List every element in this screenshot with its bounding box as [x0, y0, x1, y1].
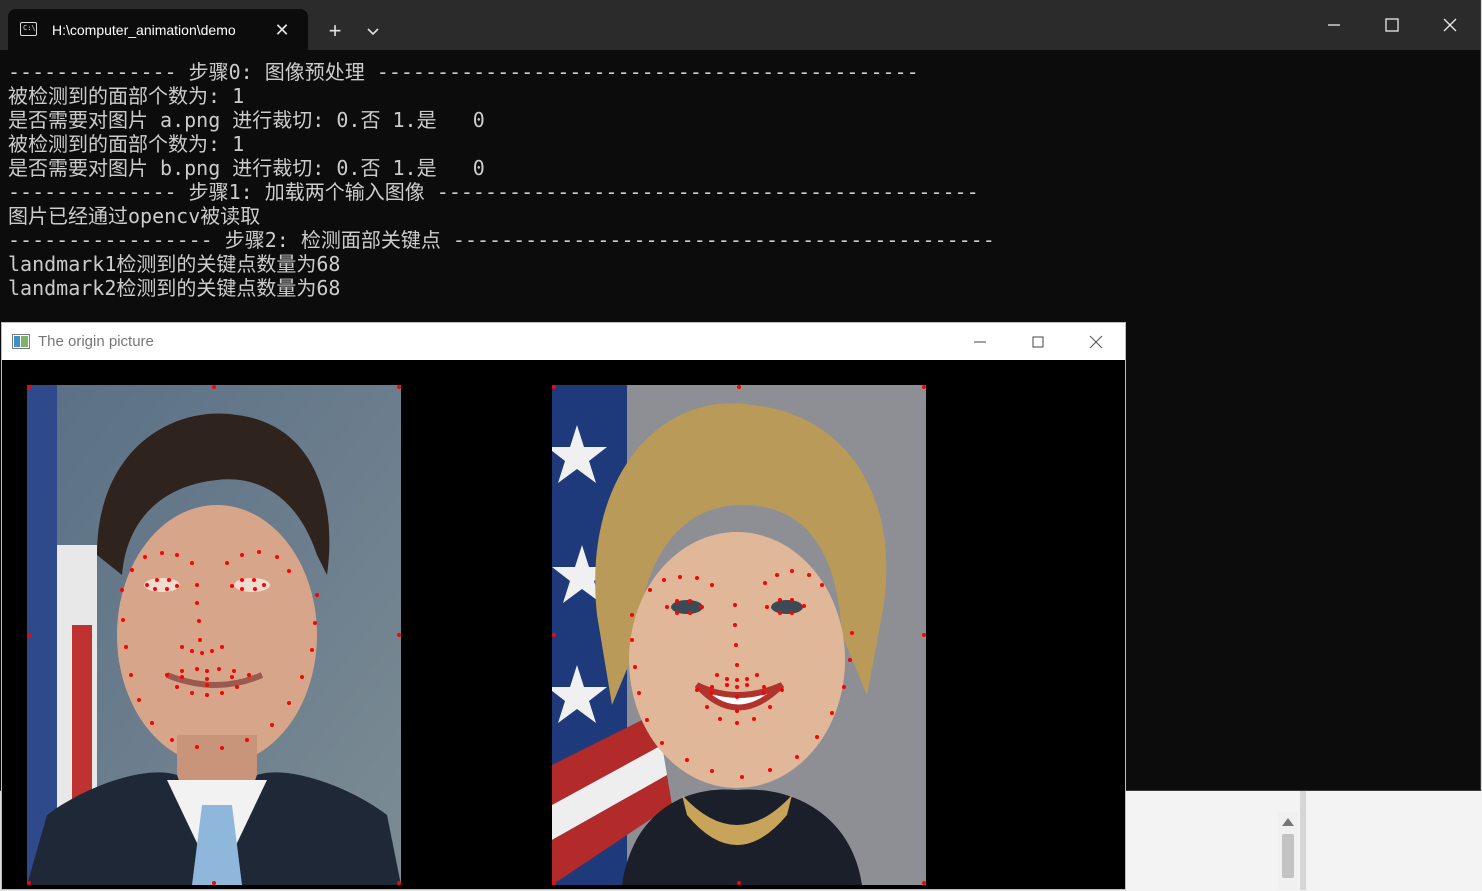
minimize-icon: [974, 341, 986, 343]
terminal-tab[interactable]: C:\ H:\computer_animation\demo ✕: [8, 9, 308, 50]
terminal-output[interactable]: -------------- 步骤0: 图像预处理 --------------…: [8, 60, 1468, 300]
terminal-line: -------------- 步骤1: 加载两个输入图像 -----------…: [8, 180, 979, 204]
terminal-line: 被检测到的面部个数为: 1: [8, 132, 245, 156]
close-icon: [1443, 18, 1457, 32]
close-button[interactable]: [1427, 8, 1473, 42]
image-window-title: The origin picture: [38, 333, 154, 350]
terminal-line: 图片已经通过opencv被读取: [8, 204, 261, 228]
image-window-minimize-button[interactable]: [957, 327, 1003, 357]
scroll-up-arrow-icon[interactable]: [1282, 818, 1294, 826]
tab-title: H:\computer_animation\demo: [52, 22, 236, 38]
maximize-icon: [1385, 18, 1399, 32]
terminal-icon: C:\: [20, 22, 37, 36]
close-icon: [1089, 335, 1103, 349]
app-icon: [12, 334, 30, 349]
terminal-line: -------------- 步骤0: 图像预处理 --------------…: [8, 60, 919, 84]
tab-close-icon[interactable]: ✕: [271, 19, 293, 41]
new-tab-button[interactable]: +: [320, 19, 350, 45]
chevron-down-icon: [367, 28, 379, 36]
portrait-image-b: [552, 385, 926, 885]
terminal-line: 是否需要对图片 b.png 进行裁切: 0.否 1.是 0: [8, 156, 485, 180]
terminal-line: 是否需要对图片 a.png 进行裁切: 0.否 1.是 0: [8, 108, 485, 132]
terminal-line: 被检测到的面部个数为: 1: [8, 84, 245, 108]
image-canvas[interactable]: [2, 360, 1125, 889]
terminal-titlebar: C:\ H:\computer_animation\demo ✕ +: [0, 0, 1480, 50]
image-window: The origin picture: [1, 322, 1126, 890]
maximize-button[interactable]: [1369, 8, 1415, 42]
portrait-image-a: [27, 385, 401, 885]
terminal-line: landmark1检测到的关键点数量为68: [8, 252, 341, 276]
minimize-button[interactable]: [1311, 8, 1357, 42]
image-window-maximize-button[interactable]: [1015, 327, 1061, 357]
minimize-icon: [1328, 24, 1340, 26]
maximize-icon: [1032, 336, 1044, 348]
background-splitter: [1300, 790, 1306, 890]
background-scrollbar-thumb[interactable]: [1282, 834, 1294, 878]
terminal-line: landmark2检测到的关键点数量为68: [8, 276, 341, 300]
image-window-titlebar[interactable]: The origin picture: [2, 323, 1125, 361]
terminal-line: ----------------- 步骤2: 检测面部关键点 ---------…: [8, 228, 995, 252]
image-window-close-button[interactable]: [1073, 327, 1119, 357]
tab-dropdown-button[interactable]: [360, 19, 386, 45]
